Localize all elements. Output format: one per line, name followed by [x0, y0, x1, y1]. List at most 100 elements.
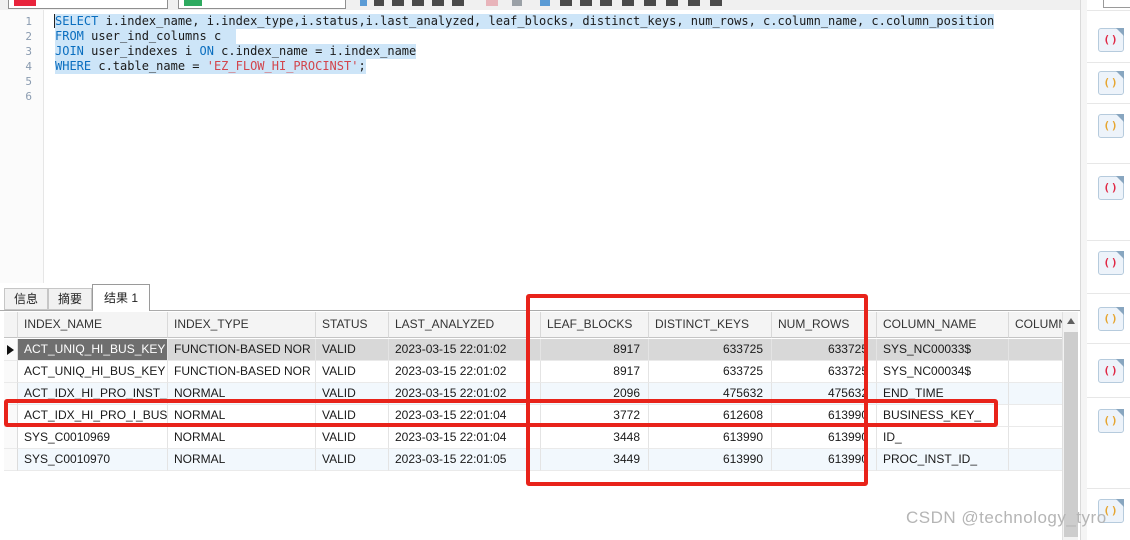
- code-line[interactable]: FROM user_ind_columns c: [55, 29, 236, 44]
- code-line[interactable]: SELECT i.index_name, i.index_type,i.stat…: [55, 14, 995, 29]
- sql-file-icon[interactable]: (): [1098, 71, 1124, 95]
- grid-cell[interactable]: 613990: [649, 427, 772, 449]
- grid-cell[interactable]: SYS_NC00033$: [877, 339, 1009, 361]
- clipped-toolbar-button[interactable]: [644, 0, 656, 6]
- grid-cell[interactable]: [1009, 427, 1066, 449]
- clipped-toolbar-button[interactable]: [486, 0, 498, 6]
- scroll-up-icon[interactable]: [1067, 318, 1075, 324]
- column-header[interactable]: DISTINCT_KEYS: [649, 312, 772, 338]
- toolbar-combobox[interactable]: [178, 0, 346, 9]
- clipped-toolbar-button[interactable]: [512, 0, 522, 6]
- grid-cell[interactable]: 3448: [541, 427, 649, 449]
- grid-cell[interactable]: SYS_C0010970: [18, 449, 168, 471]
- clipped-toolbar-button[interactable]: [560, 0, 572, 6]
- grid-cell[interactable]: 3772: [541, 405, 649, 427]
- sql-file-icon[interactable]: (): [1098, 28, 1124, 52]
- column-header[interactable]: INDEX_NAME: [18, 312, 168, 338]
- grid-cell[interactable]: SYS_C0010969: [18, 427, 168, 449]
- clipped-toolbar-button[interactable]: [600, 0, 612, 6]
- grid-cell[interactable]: 2023-03-15 22:01:02: [389, 339, 541, 361]
- grid-cell[interactable]: PROC_INST_ID_: [877, 449, 1009, 471]
- grid-cell[interactable]: NORMAL: [168, 383, 316, 405]
- grid-cell[interactable]: VALID: [316, 383, 389, 405]
- scrollbar-thumb[interactable]: [1064, 332, 1078, 537]
- result-tab[interactable]: 摘要: [48, 288, 92, 310]
- clipped-toolbar-button[interactable]: [432, 0, 444, 6]
- row-gutter-cell[interactable]: [4, 405, 18, 427]
- row-gutter-cell[interactable]: [4, 427, 18, 449]
- grid-cell[interactable]: [1009, 361, 1066, 383]
- grid-cell[interactable]: BUSINESS_KEY_: [877, 405, 1009, 427]
- sql-file-icon[interactable]: (): [1098, 307, 1124, 331]
- grid-cell[interactable]: END_TIME: [877, 383, 1009, 405]
- column-header[interactable]: LEAF_BLOCKS: [541, 312, 649, 338]
- grid-cell[interactable]: [1009, 383, 1066, 405]
- grid-vertical-scrollbar[interactable]: [1062, 312, 1078, 540]
- grid-cell[interactable]: 3449: [541, 449, 649, 471]
- grid-cell[interactable]: 2023-03-15 22:01:05: [389, 449, 541, 471]
- grid-cell[interactable]: ACT_UNIQ_HI_BUS_KEY: [18, 361, 168, 383]
- grid-cell[interactable]: 613990: [772, 449, 877, 471]
- code-line[interactable]: JOIN user_indexes i ON c.index_name = i.…: [55, 44, 417, 59]
- grid-cell[interactable]: 2023-03-15 22:01:02: [389, 361, 541, 383]
- row-gutter-cell[interactable]: [4, 339, 18, 361]
- grid-cell[interactable]: 612608: [649, 405, 772, 427]
- grid-cell[interactable]: 613990: [772, 405, 877, 427]
- grid-cell[interactable]: 475632: [772, 383, 877, 405]
- clipped-toolbar-button[interactable]: [710, 0, 722, 6]
- grid-cell[interactable]: VALID: [316, 427, 389, 449]
- sql-file-icon[interactable]: (): [1098, 251, 1124, 275]
- column-header[interactable]: INDEX_TYPE: [168, 312, 316, 338]
- column-header[interactable]: STATUS: [316, 312, 389, 338]
- row-gutter-cell[interactable]: [4, 383, 18, 405]
- clipped-toolbar-button[interactable]: [622, 0, 634, 6]
- grid-cell[interactable]: 613990: [772, 427, 877, 449]
- clipped-toolbar-button[interactable]: [688, 0, 700, 6]
- clipped-toolbar-button[interactable]: [360, 0, 367, 6]
- row-gutter-cell[interactable]: [4, 449, 18, 471]
- clipped-toolbar-button[interactable]: [666, 0, 678, 6]
- grid-cell[interactable]: 2023-03-15 22:01:04: [389, 405, 541, 427]
- grid-cell[interactable]: FUNCTION-BASED NOR: [168, 361, 316, 383]
- clipped-toolbar-button[interactable]: [374, 0, 384, 6]
- grid-cell[interactable]: [1009, 449, 1066, 471]
- top-toolbar[interactable]: [0, 0, 1080, 10]
- results-grid[interactable]: INDEX_NAME INDEX_TYPE STATUS LAST_ANALYZED L…: [0, 311, 1080, 540]
- result-tab[interactable]: 信息: [4, 288, 48, 310]
- grid-cell[interactable]: VALID: [316, 361, 389, 383]
- grid-cell[interactable]: VALID: [316, 339, 389, 361]
- grid-cell[interactable]: NORMAL: [168, 427, 316, 449]
- row-gutter-cell[interactable]: [4, 361, 18, 383]
- grid-cell[interactable]: ACT_UNIQ_HI_BUS_KEY: [18, 339, 168, 361]
- grid-cell[interactable]: 633725: [649, 339, 772, 361]
- grid-cell[interactable]: ID_: [877, 427, 1009, 449]
- sql-file-icon[interactable]: (): [1098, 359, 1124, 383]
- clipped-toolbar-button[interactable]: [580, 0, 592, 6]
- grid-cell[interactable]: 633725: [649, 361, 772, 383]
- toolbar-combobox[interactable]: [8, 0, 168, 9]
- code-line[interactable]: WHERE c.table_name = 'EZ_FLOW_HI_PROCINS…: [55, 59, 366, 74]
- grid-cell[interactable]: 8917: [541, 361, 649, 383]
- column-header[interactable]: LAST_ANALYZED: [389, 312, 541, 338]
- clipped-toolbar-button[interactable]: [540, 0, 550, 6]
- grid-cell[interactable]: 2096: [541, 383, 649, 405]
- column-header[interactable]: COLUMN: [1009, 312, 1066, 338]
- grid-cell[interactable]: 8917: [541, 339, 649, 361]
- grid-cell[interactable]: 475632: [649, 383, 772, 405]
- grid-cell[interactable]: VALID: [316, 449, 389, 471]
- grid-cell[interactable]: [1009, 405, 1066, 427]
- result-tab[interactable]: 结果 1: [92, 284, 150, 311]
- grid-cell[interactable]: 633725: [772, 339, 877, 361]
- grid-cell[interactable]: 613990: [649, 449, 772, 471]
- sql-file-icon[interactable]: (): [1098, 114, 1124, 138]
- grid-cell[interactable]: ACT_IDX_HI_PRO_INST_E: [18, 383, 168, 405]
- grid-cell[interactable]: 2023-03-15 22:01:04: [389, 427, 541, 449]
- sql-editor[interactable]: 1 2 3 4 5 6 SELECT i.index_name, i.index_type…: [0, 10, 1080, 283]
- grid-cell[interactable]: VALID: [316, 405, 389, 427]
- clipped-toolbar-button[interactable]: [392, 0, 404, 6]
- column-header[interactable]: COLUMN_NAME: [877, 312, 1009, 338]
- grid-cell[interactable]: ACT_IDX_HI_PRO_I_BUSK: [18, 405, 168, 427]
- grid-cell[interactable]: 2023-03-15 22:01:02: [389, 383, 541, 405]
- grid-cell[interactable]: [1009, 339, 1066, 361]
- grid-cell[interactable]: SYS_NC00034$: [877, 361, 1009, 383]
